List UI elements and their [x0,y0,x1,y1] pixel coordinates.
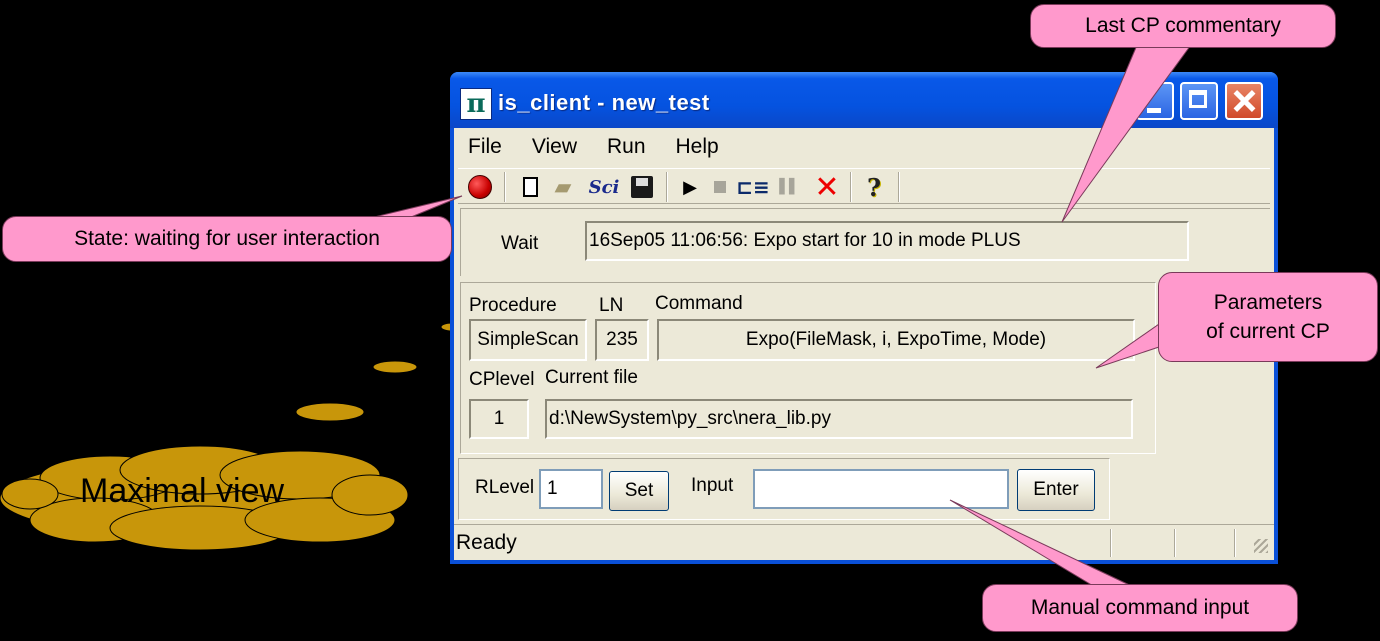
status-divider [1110,529,1112,557]
cplevel-field: 1 [469,399,529,439]
open-folder-icon[interactable]: ▰ [548,173,578,201]
client-area: File View Run Help ▰ Sci ▶ ⊏≡ ▌▌ ✕ ? Wai… [454,128,1274,560]
toolbar-separator [850,172,852,202]
command-field: Expo(FileMask, i, ExpoTime, Mode) [657,319,1135,361]
set-button[interactable]: Set [609,471,669,511]
rlevel-label: RLevel [475,477,535,498]
parameters-callout: Parameters of current CP [1158,272,1378,362]
app-window: π is_client - new_test File View Run Hel… [450,72,1278,564]
manual-control-panel: RLevel 1 Set Input Enter [458,458,1110,520]
last-cp-callout: Last CP commentary [1030,4,1336,48]
command-input[interactable] [753,469,1009,509]
window-title: is_client - new_test [498,90,710,115]
maximal-view-label: Maximal view [80,472,285,510]
procedure-field: SimpleScan [469,319,587,361]
menu-file[interactable]: File [468,133,502,161]
maximize-button[interactable] [1180,82,1218,120]
toolbar: ▰ Sci ▶ ⊏≡ ▌▌ ✕ ? [458,168,1270,205]
save-icon[interactable] [628,173,656,201]
menu-run[interactable]: Run [607,133,646,161]
status-bar: Ready [454,524,1274,561]
menu-view[interactable]: View [532,133,577,161]
minimize-button[interactable] [1136,82,1174,120]
current-file-field: d:\NewSystem\py_src\nera_lib.py [545,399,1133,439]
parameters-callout-line2: of current CP [1206,320,1330,343]
toolbar-separator [504,172,506,202]
new-file-icon[interactable] [518,173,542,201]
procedure-label: Procedure [469,295,557,316]
toolbar-separator [666,172,668,202]
menu-bar: File View Run Help [454,128,1274,166]
parameters-callout-line1: Parameters [1213,290,1323,314]
ln-field: 235 [595,319,649,361]
status-divider [1234,529,1236,557]
state-label: Wait [501,233,539,254]
status-divider [1174,529,1176,557]
enter-button[interactable]: Enter [1017,469,1095,511]
menu-help[interactable]: Help [676,133,719,161]
cplevel-label: CPlevel [469,369,535,390]
title-bar[interactable]: π is_client - new_test [450,72,1278,128]
help-icon[interactable]: ? [860,173,888,202]
command-label: Command [655,293,743,314]
stop-icon[interactable] [710,173,730,201]
commentary-field: 16Sep05 11:06:56: Expo start for 10 in m… [585,221,1189,261]
manual-input-callout: Manual command input [982,584,1298,632]
abort-icon[interactable]: ✕ [810,170,844,205]
step-icon[interactable]: ⊏≡ [736,173,770,201]
state-panel: Wait 16Sep05 11:06:56: Expo start for 10… [460,208,1270,276]
input-label: Input [691,475,734,496]
record-state-icon[interactable] [466,173,494,201]
ln-label: LN [599,295,624,316]
current-file-label: Current file [545,367,638,388]
cp-parameters-panel: Procedure LN Command SimpleScan 235 Expo… [460,282,1156,454]
thought-cloud [0,322,464,551]
state-callout: State: waiting for user interaction [2,216,452,262]
status-text: Ready [456,531,517,554]
pause-icon[interactable]: ▌▌ [776,173,802,201]
toolbar-separator [898,172,900,202]
pi-icon: π [460,88,492,120]
sci-icon[interactable]: Sci [586,173,622,201]
rlevel-input[interactable]: 1 [539,469,603,509]
resize-grip[interactable] [1254,539,1268,553]
play-icon[interactable]: ▶ [680,173,700,201]
close-button[interactable] [1225,82,1263,120]
